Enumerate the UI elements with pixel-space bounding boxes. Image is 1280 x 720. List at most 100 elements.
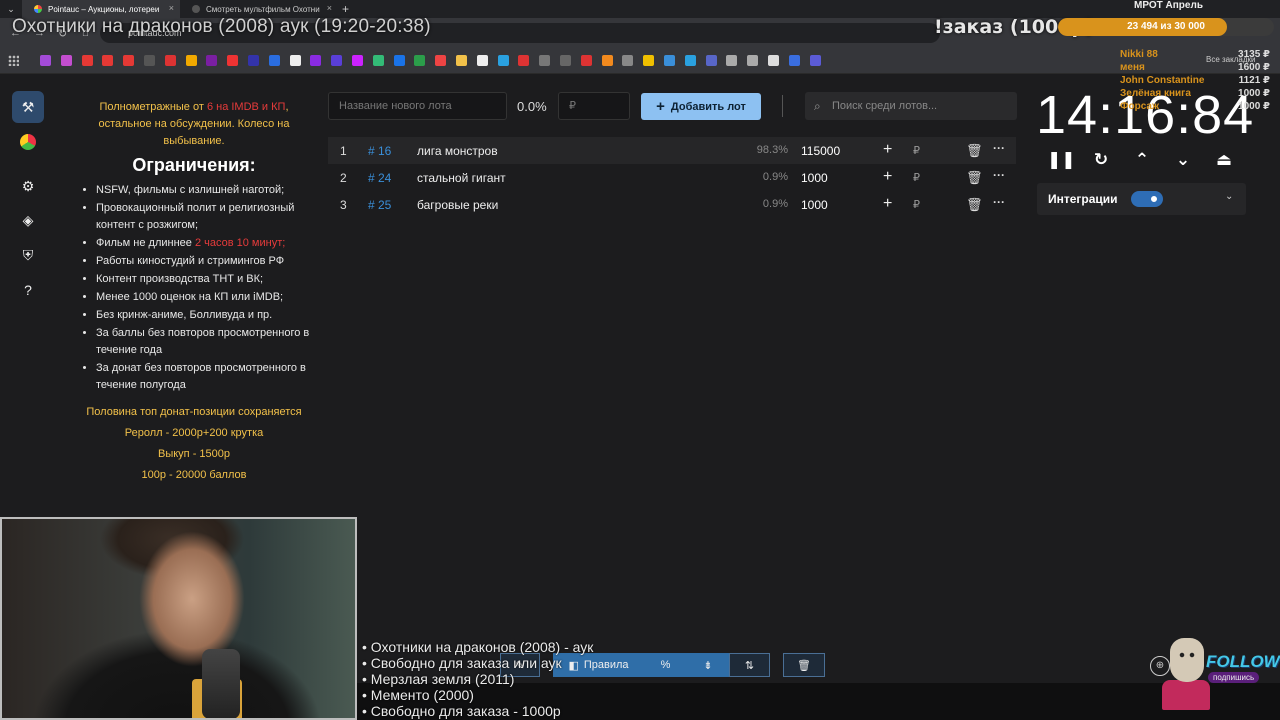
- apps-grid-icon[interactable]: [8, 55, 19, 66]
- new-lot-name-input[interactable]: Название нового лота: [328, 92, 507, 120]
- hockey-mask-icon: [1170, 638, 1204, 682]
- bookmark-icon[interactable]: [393, 55, 405, 66]
- shield-icon[interactable]: ⛨: [12, 239, 44, 271]
- new-lot-amount-input[interactable]: ₽: [558, 92, 630, 120]
- bookmark-icon[interactable]: [352, 55, 363, 66]
- bookmark-icon[interactable]: [206, 55, 218, 66]
- bookmark-icon[interactable]: [539, 55, 551, 66]
- bookmark-icon[interactable]: [705, 55, 717, 66]
- more-icon[interactable]: ···: [993, 141, 1005, 155]
- lot-id[interactable]: # 24: [368, 171, 391, 185]
- lot-row[interactable]: 1 # 16 лига монстров 98.3% 115000 + ₽ 🗑 …: [328, 137, 1016, 164]
- bookmark-icon[interactable]: [747, 55, 759, 66]
- add-amount-icon[interactable]: +: [883, 141, 892, 159]
- add-lot-button[interactable]: + Добавить лот: [641, 93, 761, 120]
- lot-row[interactable]: 3 # 25 багровые реки 0.9% 1000 + ₽ 🗑 ···: [328, 191, 1016, 218]
- bookmark-icon[interactable]: [289, 55, 301, 66]
- double-add-time-icon[interactable]: ⏏: [1212, 150, 1236, 174]
- bookmark-icon[interactable]: [622, 55, 634, 66]
- lot-name[interactable]: багровые реки: [417, 198, 498, 212]
- add-amount-icon[interactable]: +: [883, 195, 892, 213]
- bookmark-icon[interactable]: [497, 55, 509, 66]
- bookmark-icon[interactable]: [81, 55, 93, 66]
- add-time-icon[interactable]: ⌃: [1130, 150, 1154, 174]
- bookmark-icon[interactable]: [185, 55, 197, 66]
- tab-label: Pointauc – Аукционы, лотереи: [48, 4, 160, 14]
- lot-index: 3: [340, 198, 347, 212]
- lot-search-input[interactable]: ⌕ Поиск среди лотов...: [805, 92, 1017, 120]
- bookmark-icon[interactable]: [560, 55, 571, 66]
- bookmark-icon[interactable]: [227, 55, 239, 66]
- layers-icon[interactable]: ◈: [12, 204, 44, 236]
- goal-progress-bar: 23 494 из 30 000: [1058, 18, 1274, 36]
- trash-icon[interactable]: 🗑: [966, 170, 983, 186]
- add-amount-icon[interactable]: +: [883, 168, 892, 186]
- bookmark-icon[interactable]: [435, 55, 447, 66]
- lot-name[interactable]: стальной гигант: [417, 171, 506, 185]
- clear-lots-icon[interactable]: 🗑: [783, 653, 825, 677]
- bookmark-icon[interactable]: [102, 55, 114, 66]
- follow-text: FOLLOW: [1206, 652, 1280, 671]
- bookmark-icon[interactable]: [726, 55, 738, 66]
- rules-note: 100р - 20000 баллов: [141, 469, 247, 481]
- close-icon[interactable]: ×: [169, 3, 174, 13]
- lot-row[interactable]: 2 # 24 стальной гигант 0.9% 1000 + ₽ 🗑 ·…: [328, 164, 1016, 191]
- bookmark-icon[interactable]: [268, 55, 280, 66]
- more-icon[interactable]: ···: [993, 195, 1005, 209]
- chevron-down-icon[interactable]: ⌄: [1225, 191, 1233, 202]
- globe-icon[interactable]: ⊕: [1150, 656, 1170, 676]
- lot-amount[interactable]: 115000: [801, 144, 840, 158]
- bookmark-icon[interactable]: [518, 55, 530, 66]
- tab-search-icon[interactable]: ⌄: [0, 4, 22, 15]
- settings-gear-icon[interactable]: ⚙: [12, 170, 44, 202]
- bookmark-icon[interactable]: [684, 55, 696, 66]
- help-icon[interactable]: ?: [12, 274, 44, 306]
- restriction-item: Контент производства ТНТ и ВК;: [96, 271, 312, 288]
- lot-name[interactable]: лига монстров: [417, 144, 498, 158]
- reset-icon[interactable]: ↻: [1089, 150, 1113, 174]
- pause-icon[interactable]: ❚❚: [1047, 150, 1076, 174]
- bookmark-icon[interactable]: [40, 55, 51, 66]
- ruble-icon: ₽: [913, 199, 920, 211]
- lot-amount[interactable]: 1000: [801, 171, 828, 185]
- percent-button[interactable]: %: [644, 653, 687, 677]
- bookmark-icon[interactable]: [476, 55, 488, 66]
- bookmark-icon[interactable]: [580, 55, 592, 66]
- bookmark-icon[interactable]: [123, 55, 135, 66]
- close-icon[interactable]: ×: [327, 3, 332, 13]
- integrations-toggle[interactable]: [1131, 191, 1163, 207]
- ruble-icon: ₽: [913, 172, 920, 184]
- more-icon[interactable]: ···: [993, 168, 1005, 182]
- bookmark-icon[interactable]: [788, 55, 800, 66]
- subtract-time-icon[interactable]: ⌄: [1171, 150, 1195, 174]
- bookmark-icon[interactable]: [414, 55, 426, 66]
- bookmark-icon[interactable]: [144, 55, 155, 66]
- trash-icon[interactable]: 🗑: [966, 143, 983, 159]
- lot-index: 2: [340, 171, 347, 185]
- bookmark-icon[interactable]: [809, 55, 821, 66]
- bookmark-icon[interactable]: [310, 55, 322, 66]
- bookmark-icon[interactable]: [601, 55, 613, 66]
- donor-row: меня 1600 ₽: [1120, 61, 1270, 74]
- donor-row: Форсаж 1000 ₽: [1120, 100, 1270, 113]
- integrations-panel[interactable]: Интеграции ⌄: [1037, 183, 1246, 215]
- new-tab-icon[interactable]: +: [342, 2, 349, 16]
- bookmark-icon[interactable]: [643, 55, 655, 66]
- restriction-item: Работы киностудий и стримингов РФ: [96, 253, 312, 270]
- bookmark-icon[interactable]: [456, 55, 467, 66]
- trash-icon[interactable]: 🗑: [966, 197, 983, 213]
- lot-id[interactable]: # 25: [368, 198, 391, 212]
- bookmark-icon[interactable]: [768, 55, 779, 66]
- bookmark-icon[interactable]: [60, 55, 72, 66]
- wheel-icon[interactable]: [12, 126, 44, 158]
- bookmark-icon[interactable]: [331, 55, 343, 66]
- lot-id[interactable]: # 16: [368, 144, 391, 158]
- bookmark-icon[interactable]: [372, 55, 384, 66]
- bookmark-icon[interactable]: [664, 55, 675, 66]
- lot-amount[interactable]: 1000: [801, 198, 828, 212]
- bookmark-icon[interactable]: [248, 55, 259, 66]
- auction-hammer-icon[interactable]: ⚒: [12, 91, 44, 123]
- split-icon[interactable]: ⇟: [687, 653, 729, 677]
- sort-icon[interactable]: ⇅: [729, 653, 770, 677]
- bookmark-icon[interactable]: [164, 55, 176, 66]
